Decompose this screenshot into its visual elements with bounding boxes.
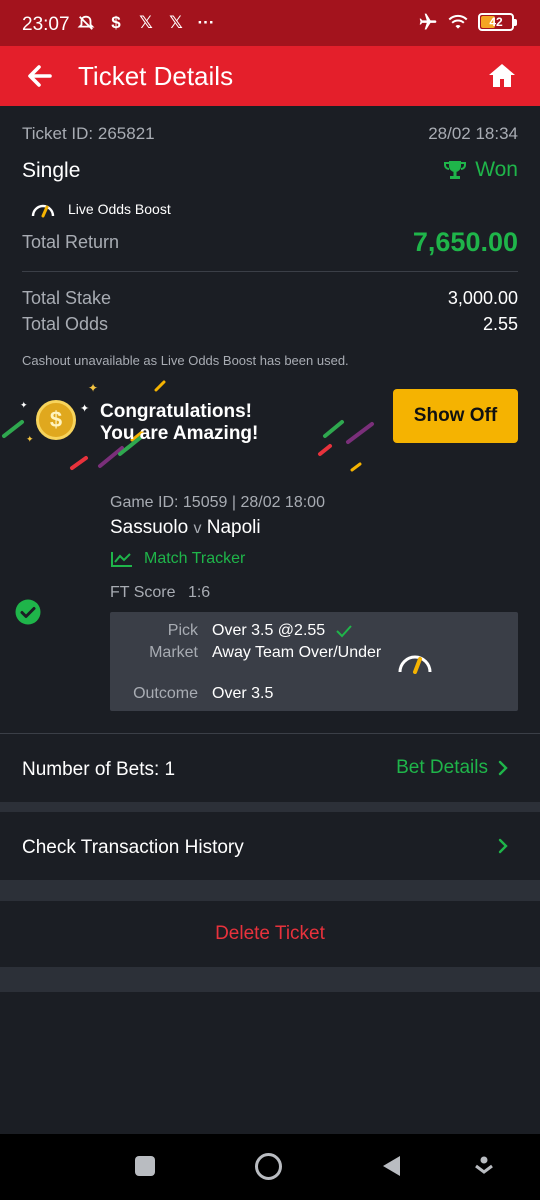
away-team: Napoli xyxy=(206,517,261,538)
pick-value: Over 3.5 @2.55 xyxy=(212,622,326,639)
battery-icon: 42 xyxy=(478,13,517,31)
pick-label: Pick xyxy=(167,622,198,639)
divider xyxy=(22,271,518,272)
svg-text:✦: ✦ xyxy=(88,381,98,395)
versus: v xyxy=(193,520,202,537)
mute-icon xyxy=(76,13,96,33)
match-tracker-label: Match Tracker xyxy=(144,550,246,567)
check-circle-icon xyxy=(15,599,41,625)
check-icon xyxy=(336,625,352,638)
delete-ticket-button[interactable]: Delete Ticket xyxy=(0,901,540,967)
page-title: Ticket Details xyxy=(78,61,234,91)
home-icon[interactable] xyxy=(486,60,518,92)
svg-text:✦: ✦ xyxy=(80,403,89,415)
game-info: Game ID: 15059 | 28/02 18:00 xyxy=(110,494,325,511)
outcome-value: Over 3.5 xyxy=(212,685,274,702)
market-label: Market xyxy=(149,644,198,661)
svg-text:✦: ✦ xyxy=(26,434,34,444)
dollar-icon: $ xyxy=(111,13,121,32)
transaction-history-row[interactable]: Check Transaction History xyxy=(0,812,540,880)
ticket-id: Ticket ID: 265821 xyxy=(22,124,155,143)
back-arrow-icon[interactable] xyxy=(22,58,58,94)
total-odds-label: Total Odds xyxy=(22,314,109,334)
coin-icon: $ xyxy=(36,400,76,440)
delete-ticket-label: Delete Ticket xyxy=(215,923,325,944)
x-icon: 𝕏 xyxy=(169,13,183,32)
pick-details-box: Pick Over 3.5 @2.55 Market Away Team Ove… xyxy=(110,612,518,711)
battery-level: 42 xyxy=(489,15,503,29)
chevron-right-icon xyxy=(498,760,508,776)
svg-text:✦: ✦ xyxy=(20,400,28,410)
live-odds-boost: Live Odds Boost xyxy=(30,200,171,218)
speedometer-icon xyxy=(398,655,432,674)
section-separator xyxy=(0,880,540,901)
total-stake-label: Total Stake xyxy=(22,288,112,308)
outcome-label: Outcome xyxy=(133,685,198,702)
total-return-label: Total Return xyxy=(22,232,120,252)
trophy-icon xyxy=(444,161,467,179)
match-tracker-link[interactable]: Match Tracker xyxy=(110,550,245,568)
chevron-right-icon xyxy=(498,838,508,854)
show-off-button[interactable]: Show Off xyxy=(393,389,518,443)
total-odds-value: 2.55 xyxy=(482,314,518,334)
recents-button[interactable] xyxy=(135,1156,155,1176)
ticket-datetime: 28/02 18:34 xyxy=(428,124,518,143)
status-label: Won xyxy=(475,158,518,181)
number-of-bets: Number of Bets: 1 xyxy=(22,759,176,780)
section-separator xyxy=(0,802,540,812)
speedometer-icon xyxy=(31,204,55,218)
bet-details-link[interactable]: Bet Details xyxy=(396,757,508,779)
home-team: Sassuolo xyxy=(110,517,189,538)
ft-score-value: 1:6 xyxy=(187,584,211,601)
won-status: Won xyxy=(443,158,518,182)
match-teams: Sassuolo v Napoli xyxy=(110,517,261,539)
total-stake-value: 3,000.00 xyxy=(447,288,518,308)
ft-score-label: FT Score xyxy=(110,584,176,601)
app-header: Ticket Details xyxy=(0,46,540,106)
ft-score: FT Score 1:6 xyxy=(110,584,210,602)
transaction-history-label: Check Transaction History xyxy=(22,837,244,858)
status-bar: 23:07 $ 𝕏 𝕏 ··· 42 xyxy=(0,0,540,46)
boost-label: Live Odds Boost xyxy=(68,201,171,217)
status-time: 23:07 xyxy=(22,14,70,35)
system-nav-bar xyxy=(0,1134,540,1200)
divider xyxy=(0,733,540,734)
section-separator xyxy=(0,967,540,992)
x-icon: 𝕏 xyxy=(139,13,153,32)
bet-details-label: Bet Details xyxy=(396,757,488,778)
market-value: Away Team Over/Under xyxy=(212,644,382,661)
congrats-line2: You are Amazing! xyxy=(100,423,259,444)
home-nav-button[interactable] xyxy=(255,1153,282,1180)
congrats-message: Congratulations! You are Amazing! xyxy=(100,401,258,445)
congrats-line1: Congratulations! xyxy=(100,401,252,422)
chart-line-icon xyxy=(111,552,132,567)
total-return-value: 7,650.00 xyxy=(412,227,518,257)
airplane-icon xyxy=(418,12,438,32)
back-nav-button[interactable] xyxy=(380,1154,402,1178)
wifi-icon xyxy=(448,12,468,32)
more-icon: ··· xyxy=(197,13,215,32)
keyboard-down-icon[interactable] xyxy=(473,1154,495,1178)
bet-type: Single xyxy=(22,159,81,182)
cashout-note: Cashout unavailable as Live Odds Boost h… xyxy=(22,353,349,368)
